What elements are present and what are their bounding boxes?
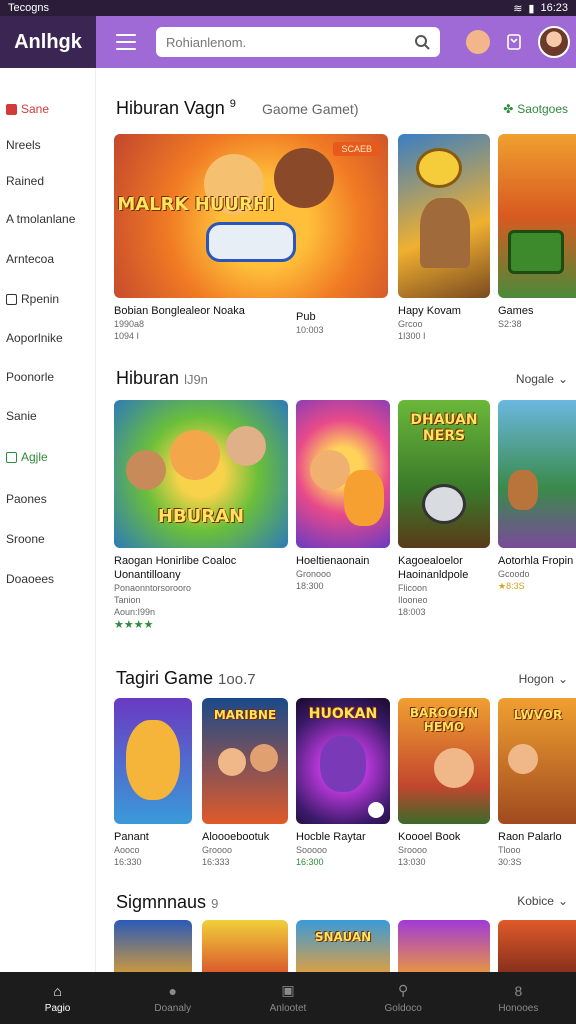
status-time: 16:23 [540,2,568,14]
profile-icon: 8 [514,982,523,999]
people-icon: ● [168,982,178,999]
game-thumbnail [114,920,192,972]
square-icon [6,451,17,463]
signal-icon: ▮ [528,2,535,15]
search-icon[interactable] [414,34,430,50]
sidebar-item-3[interactable]: A tmolanlane [6,212,75,226]
home-icon: ⌂ [53,982,62,999]
square-outline-icon [6,293,17,305]
game-card[interactable]: LWVOR Raon Palarlo Tlooo 30:3S [498,698,576,868]
game-thumbnail: SNAUAN [296,920,390,972]
game-thumbnail: DHAUAN NERS [398,400,490,548]
game-card[interactable] [498,920,576,972]
sidebar: Sane Nreels Rained A tmolanlane Arntecoa… [0,68,96,972]
chevron-down-icon: ⌄ [557,372,568,386]
game-thumbnail: LWVOR [498,698,576,824]
sidebar-item-12[interactable]: Doaoees [6,572,54,586]
section-see-all[interactable]: ✤ Saotgoes [503,102,568,116]
game-thumbnail: MARIBNE [202,698,288,824]
section-title: Sigmnnaus 9 [116,892,219,912]
sidebar-item-4[interactable]: Arntecoa [6,252,54,266]
sidebar-item-10[interactable]: Paones [6,492,47,506]
sidebar-item-2[interactable]: Rained [6,174,44,188]
section-see-all[interactable]: Nogale ⌄ [516,372,568,386]
app-logo[interactable]: Anlhgk [0,16,96,68]
game-thumbnail [114,698,192,824]
game-thumbnail: HUOKAN [296,698,390,824]
game-card[interactable] [202,920,288,972]
emoji-icon[interactable] [466,30,490,54]
game-thumbnail [398,134,490,298]
chevron-down-icon: ⌄ [557,894,568,908]
sidebar-item-8[interactable]: Sanie [6,409,37,423]
game-card[interactable]: Hoeltienaonain Gronooo 18:300 [296,400,390,592]
wifi-icon: ≋ [513,2,523,15]
game-card[interactable]: BAROOHN HEMO Koooel Book Sroooo 13:030 [398,698,490,868]
search-input[interactable]: Rohianlenom. [156,27,440,57]
square-icon [6,103,17,115]
game-thumbnail [498,400,576,548]
bottom-nav: ⌂ Pagio ● Doanaly ▣ Anlootet ⚲ Goldoco 8… [0,972,576,1024]
section-title: Tagiri Game 1oo.7 [116,668,256,688]
game-thumbnail [498,134,576,298]
sidebar-item-11[interactable]: Sroone [6,532,45,546]
game-card[interactable]: DHAUAN NERS Kagoealoelor Haoinanldpole F… [398,400,490,618]
game-card[interactable]: Aotorhla Fropin Gcoodo ★8:3S [498,400,576,592]
avatar[interactable] [538,26,570,58]
search-icon: ⚲ [398,982,409,998]
section-see-all[interactable]: Kobice ⌄ [517,894,568,908]
game-card[interactable]: HUOKAN Hocble Raytar Sooooo 16:300 [296,698,390,868]
status-right: ≋ ▮ 16:23 [513,2,568,15]
game-card[interactable] [114,920,192,972]
nav-item-bookmark[interactable]: ▣ Anlootet [238,982,338,1014]
nav-item-people[interactable]: ● Doanaly [123,983,223,1014]
menu-button[interactable] [116,27,146,57]
game-thumbnail [398,920,490,972]
game-thumbnail: BAROOHN HEMO [398,698,490,824]
bookmark-icon[interactable] [502,30,526,54]
sidebar-item-5[interactable]: Rpenin [6,292,59,306]
game-thumbnail: MALRK HUURHI SCAEB [114,134,388,298]
nav-item-home[interactable]: ⌂ Pagio [8,983,108,1014]
sidebar-item-9[interactable]: Agjle [6,450,48,464]
nav-item-search[interactable]: ⚲ Goldoco [353,982,453,1014]
status-carrier: Tecogns [8,2,49,14]
game-card[interactable] [398,920,490,972]
rating-stars: ★★★★ [114,619,154,631]
section-title: Hiburan lJ9n [116,368,208,388]
nav-item-profile[interactable]: 8 Honooes [468,983,568,1014]
sidebar-item-7[interactable]: Poonorle [6,370,54,384]
game-thumbnail [202,920,288,972]
game-thumbnail [296,400,390,548]
game-card-label[interactable]: Pub 10:003 [296,304,386,336]
game-card[interactable]: Games S2:38 [498,134,576,330]
sidebar-item-6[interactable]: Aoporlnike [6,331,63,345]
badge: SCAEB [333,142,380,156]
bookmark-icon: ▣ [281,982,295,998]
sidebar-item-1[interactable]: Nreels [6,138,41,152]
game-card[interactable]: Panant Aooco 16:330 [114,698,192,868]
game-card[interactable]: SNAUAN [296,920,390,972]
status-bar: Tecogns ≋ ▮ 16:23 [0,0,576,16]
main-content: Hiburan Vagn 9 Gaome Gamet) ✤ Saotgoes MA… [96,68,576,972]
top-bar: Anlhgk Rohianlenom. [0,16,576,68]
section-subtitle: Gaome Gamet) [262,101,359,117]
play-icon[interactable] [368,802,384,818]
sidebar-item-0[interactable]: Sane [6,102,49,116]
chevron-down-icon: ⌄ [557,672,568,686]
section-title: Hiburan Vagn 9 [116,98,236,118]
menu-icon [116,34,136,36]
game-thumbnail [498,920,576,972]
section-see-all[interactable]: Hogon ⌄ [519,672,568,686]
search-placeholder: Rohianlenom. [166,34,247,50]
game-card[interactable]: Hapy Kovam Grcoo 1I300 I [398,134,490,342]
game-card[interactable]: HBURAN Raogan Honirlibe Coaloc Uonantill… [114,400,288,631]
puzzle-icon: ✤ [503,102,514,116]
game-card[interactable]: MARIBNE Aloooebootuk Groooo 16:333 [202,698,288,868]
game-thumbnail: HBURAN [114,400,288,548]
